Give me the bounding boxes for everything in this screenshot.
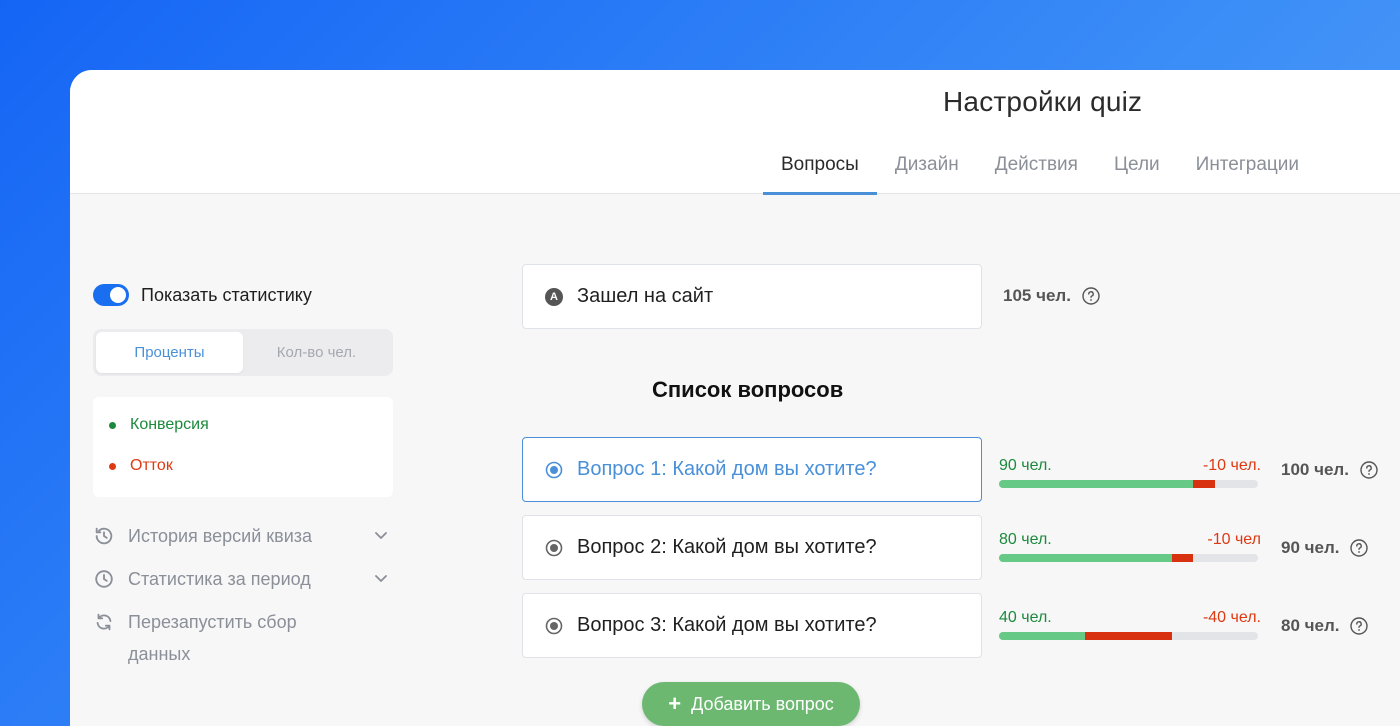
legend-dot-icon: [109, 462, 116, 470]
question-stats: 80 чел. -10 чел: [999, 531, 1261, 562]
legend-dot-icon: [109, 421, 116, 429]
churn-bar-fill: [1193, 480, 1215, 488]
conversion-count: 90 чел.: [999, 457, 1052, 474]
help-icon[interactable]: [1081, 286, 1101, 306]
question-stats: 90 чел. -10 чел.: [999, 457, 1261, 488]
conversion-bar-fill: [999, 480, 1194, 488]
chevron-down-icon: [375, 532, 387, 539]
show-stats-toggle[interactable]: [93, 284, 129, 306]
legend-item-conversion: Конверсия: [109, 416, 209, 434]
question-total-value: 100 чел.: [1281, 460, 1349, 479]
entry-badge-icon: A: [545, 287, 563, 306]
link-label: Статистика за период: [128, 569, 311, 589]
question-label: Вопрос 2: Какой дом вы хотите?: [577, 536, 877, 558]
stats-bar: [999, 480, 1258, 488]
radio-selected-icon: [545, 461, 563, 478]
churn-count: -10 чел: [1207, 531, 1261, 548]
display-mode-switch: Проценты Кол-во чел.: [93, 329, 393, 376]
entry-count-value: 105 чел.: [1003, 286, 1071, 305]
conversion-count: 80 чел.: [999, 531, 1052, 548]
churn-bar-fill: [1085, 632, 1172, 640]
tab-actions[interactable]: Действия: [977, 144, 1096, 194]
link-label: Перезапустить сбор данных: [128, 612, 297, 664]
add-question-button[interactable]: + Добавить вопрос: [642, 682, 860, 726]
churn-bar-fill: [1171, 554, 1194, 562]
tab-goals[interactable]: Цели: [1096, 144, 1178, 194]
radio-icon: [545, 617, 563, 634]
conversion-count: 40 чел.: [999, 609, 1052, 626]
link-label: История версий квиза: [128, 526, 313, 546]
legend-item-churn: Отток: [109, 457, 173, 475]
segment-percent[interactable]: Проценты: [96, 332, 243, 373]
conversion-bar-fill: [999, 554, 1172, 562]
entry-label: Зашел на сайт: [577, 285, 714, 307]
help-icon[interactable]: [1349, 538, 1369, 558]
show-stats-label: Показать статистику: [141, 284, 312, 305]
churn-count: -10 чел.: [1202, 457, 1261, 474]
stats-bar: [999, 554, 1258, 562]
version-history-link[interactable]: История версий квиза: [93, 525, 387, 552]
legend-label: Отток: [130, 457, 173, 474]
history-icon: [95, 527, 113, 545]
header: Настройки quiz Вопросы Дизайн Действия Ц…: [70, 70, 1400, 195]
question-total-value: 80 чел.: [1281, 616, 1340, 635]
question-label: Вопрос 3: Какой дом вы хотите?: [577, 614, 877, 636]
clock-icon: [95, 570, 113, 588]
help-icon[interactable]: [1359, 460, 1379, 480]
tab-questions[interactable]: Вопросы: [763, 144, 877, 195]
tab-design[interactable]: Дизайн: [877, 144, 977, 194]
question-card[interactable]: Вопрос 2: Какой дом вы хотите?: [522, 515, 982, 580]
restart-collection-link[interactable]: Перезапустить сбор данных: [93, 611, 333, 670]
add-question-label: Добавить вопрос: [691, 693, 834, 714]
restart-icon: [96, 613, 112, 631]
tab-bar: Вопросы Дизайн Действия Цели Интеграции: [763, 144, 1317, 195]
question-total: 90 чел.: [1281, 538, 1369, 558]
tab-integrations[interactable]: Интеграции: [1178, 144, 1317, 194]
stats-legend: Конверсия Отток: [93, 397, 393, 497]
show-stats-row: Показать статистику: [93, 284, 312, 306]
question-total: 100 чел.: [1281, 460, 1379, 480]
question-stats: 40 чел. -40 чел.: [999, 609, 1261, 640]
question-label: Вопрос 1: Какой дом вы хотите?: [577, 458, 877, 480]
question-total: 80 чел.: [1281, 616, 1369, 636]
legend-label: Конверсия: [130, 416, 209, 433]
page-title: Настройки quiz: [943, 86, 1143, 117]
question-card[interactable]: Вопрос 1: Какой дом вы хотите?: [522, 437, 982, 502]
entry-step-card[interactable]: A Зашел на сайт: [522, 264, 982, 329]
entry-count: 105 чел.: [1003, 286, 1101, 306]
question-card[interactable]: Вопрос 3: Какой дом вы хотите?: [522, 593, 982, 658]
conversion-bar-fill: [999, 632, 1086, 640]
stats-bar: [999, 632, 1258, 640]
segment-people-count[interactable]: Кол-во чел.: [243, 332, 390, 373]
plus-icon: +: [668, 691, 682, 716]
churn-count: -40 чел.: [1202, 609, 1261, 626]
period-stats-link[interactable]: Статистика за период: [93, 568, 387, 595]
chevron-down-icon: [375, 575, 387, 582]
help-icon[interactable]: [1349, 616, 1369, 636]
questions-list-title: Список вопросов: [652, 377, 844, 402]
radio-icon: [545, 539, 563, 556]
question-total-value: 90 чел.: [1281, 538, 1340, 557]
app-window: Настройки quiz Вопросы Дизайн Действия Ц…: [70, 70, 1400, 726]
